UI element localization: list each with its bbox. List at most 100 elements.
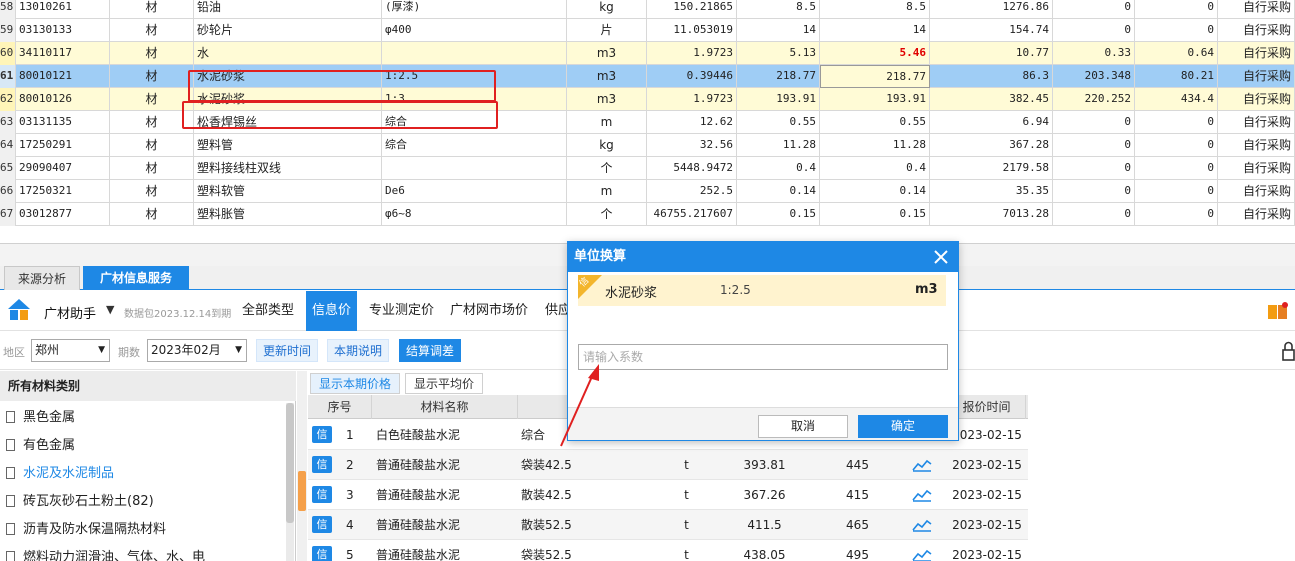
cell-supply: 自行采购 (1218, 180, 1295, 203)
price-row[interactable]: 信 3 普通硅酸盐水泥 散装42.5 t 367.26 415 2023-02-15 (308, 480, 1028, 510)
page-icon (6, 439, 15, 451)
coefficient-input[interactable] (578, 344, 948, 370)
category-item[interactable]: 沥青及防水保温隔热材料 (6, 516, 166, 544)
cell-type: 材 (110, 19, 194, 42)
info-badge[interactable]: 信 (312, 516, 332, 533)
material-row[interactable]: 65 29090407 材塑料接线柱双线个 5448.9472 0.4 0.4 2179.5… (0, 157, 1295, 180)
close-icon[interactable] (931, 247, 951, 267)
tab-guangcai-info[interactable]: 广材信息服务 (83, 266, 189, 290)
lock-icon[interactable] (1281, 341, 1295, 361)
cell-supply: 自行采购 (1218, 0, 1295, 19)
cell-unit: m (567, 180, 647, 203)
cell-name: 塑料管 (194, 134, 382, 157)
category-item[interactable]: 砖瓦灰砂石土粉土(82) (6, 488, 154, 516)
highlight-box-row-62 (182, 101, 498, 129)
trend-chart-icon[interactable] (912, 548, 932, 561)
cell-total: 86.3 (930, 65, 1053, 88)
material-row[interactable]: 60 34110117 材水 m3 1.9723 5.13 5.46 10.77 0.33 0.6… (0, 42, 1295, 65)
cell-qty: 0.39446 (647, 65, 737, 88)
category-item[interactable]: 水泥及水泥制品 (6, 460, 114, 488)
price-cell-name: 普通硅酸盐水泥 (376, 488, 461, 502)
category-scrollbar[interactable] (286, 403, 294, 561)
price-cell-unit: t (684, 518, 689, 532)
category-item[interactable]: 黑色金属 (6, 404, 75, 432)
page-icon (6, 411, 15, 423)
tab-type-0[interactable]: 全部类型 (236, 291, 300, 331)
cell-unit: 个 (567, 157, 647, 180)
ok-button[interactable]: 确定 (858, 415, 948, 438)
info-badge[interactable]: 信 (312, 426, 332, 443)
price-cell-name: 普通硅酸盐水泥 (376, 458, 461, 472)
cell-qty: 1.9723 (647, 88, 737, 111)
cell-name: 砂轮片 (194, 19, 382, 42)
cell-a: 0 (1053, 134, 1135, 157)
cell-a: 0 (1053, 157, 1135, 180)
cancel-button[interactable]: 取消 (758, 415, 848, 438)
category-label: 水泥及水泥制品 (23, 466, 115, 481)
cell-total: 154.74 (930, 19, 1053, 42)
tab-average-price[interactable]: 显示平均价 (405, 373, 484, 394)
info-badge[interactable]: 信 (312, 456, 332, 473)
settle-adjust-button[interactable]: 结算调差 (399, 339, 462, 362)
region-select[interactable]: 郑州 ▼ (31, 339, 110, 362)
trend-chart-icon[interactable] (912, 458, 932, 472)
category-item[interactable]: 有色金属 (6, 432, 75, 460)
chevron-down-icon[interactable]: ▼ (106, 303, 114, 316)
tab-type-2[interactable]: 专业测定价 (363, 291, 440, 331)
price-cell-unit: t (684, 548, 689, 561)
info-badge[interactable]: 信 (312, 546, 332, 561)
price-row[interactable]: 信 2 普通硅酸盐水泥 袋装42.5 t 393.81 445 2023-02-15 (308, 450, 1028, 480)
side-splitter[interactable] (297, 371, 307, 561)
price-cell-time: 2023-02-15 (952, 518, 1022, 532)
cell-p1: 0.15 (737, 203, 820, 226)
col-time: 报价时间 (948, 395, 1026, 419)
price-row[interactable]: 信 4 普通硅酸盐水泥 散装52.5 t 411.5 465 2023-02-15 (308, 510, 1028, 540)
cell-code: 17250291 (16, 134, 110, 157)
cell-a: 203.348 (1053, 65, 1135, 88)
cell-p2: 193.91 (820, 88, 930, 111)
cell-total: 367.28 (930, 134, 1053, 157)
category-item[interactable]: 燃料动力润滑油、气体、水、电 (6, 544, 205, 561)
cell-total: 2179.58 (930, 157, 1053, 180)
material-row[interactable]: 66 17250321 材塑料软管 De6 m 252.5 0.14 0.14 35.35 0 0 自… (0, 180, 1295, 203)
cell-p1: 14 (737, 19, 820, 42)
price-cell-tax: 445 (846, 458, 869, 472)
collapse-handle[interactable] (298, 471, 306, 511)
dialog-material-item: 信 水泥砂浆 1:2.5 m3 (578, 275, 946, 306)
trend-chart-icon[interactable] (912, 518, 932, 532)
chevron-down-icon: ▼ (235, 345, 242, 355)
cell-no: 60 (0, 42, 16, 65)
update-time-button[interactable]: 更新时间 (256, 339, 319, 362)
material-row[interactable]: 58 13010261 材铅油 (厚漆) kg 150.21865 8.5 8.5 1276.8… (0, 0, 1295, 19)
cell-b: 0 (1135, 157, 1218, 180)
cell-supply: 自行采购 (1218, 203, 1295, 226)
info-badge[interactable]: 信 (312, 486, 332, 503)
book-icon[interactable] (1267, 301, 1289, 321)
tab-type-1[interactable]: 信息价 (306, 291, 358, 331)
trend-chart-icon[interactable] (912, 488, 932, 502)
tab-source-analysis[interactable]: 来源分析 (4, 266, 80, 290)
material-row[interactable]: 67 03012877 材塑料胀管 φ6~8 个 46755.217607 0.15 0.15… (0, 203, 1295, 226)
tab-type-3[interactable]: 广材网市场价 (444, 291, 534, 331)
material-row[interactable]: 64 17250291 材塑料管 综合 kg 32.56 11.28 11.28 367.28 0… (0, 134, 1295, 157)
tab-current-price[interactable]: 显示本期价格 (310, 373, 401, 394)
cell-a: 220.252 (1053, 88, 1135, 111)
cell-unit: m (567, 111, 647, 134)
price-cell-spec: 袋装42.5 (521, 458, 572, 472)
cell-qty: 11.053019 (647, 19, 737, 42)
price-cell-seq: 3 (346, 488, 354, 502)
price-cell-time: 2023-02-15 (952, 458, 1022, 472)
scroll-thumb[interactable] (286, 403, 294, 523)
cell-type: 材 (110, 65, 194, 88)
cell-b: 0.64 (1135, 42, 1218, 65)
price-row[interactable]: 信 5 普通硅酸盐水泥 袋装52.5 t 438.05 495 2023-02-15 (308, 540, 1028, 561)
period-select[interactable]: 2023年02月 ▼ (147, 339, 247, 362)
period-note-button[interactable]: 本期说明 (327, 339, 390, 362)
dialog-material-unit: m3 (915, 282, 938, 297)
assistant-title[interactable]: 广材助手 (44, 303, 96, 322)
region-label: 地区 (3, 346, 25, 359)
material-row[interactable]: 59 03130133 材砂轮片 φ400 片 11.053019 14 14 154.74 0 0… (0, 19, 1295, 42)
cell-qty: 252.5 (647, 180, 737, 203)
cell-supply: 自行采购 (1218, 134, 1295, 157)
cell-supply: 自行采购 (1218, 19, 1295, 42)
